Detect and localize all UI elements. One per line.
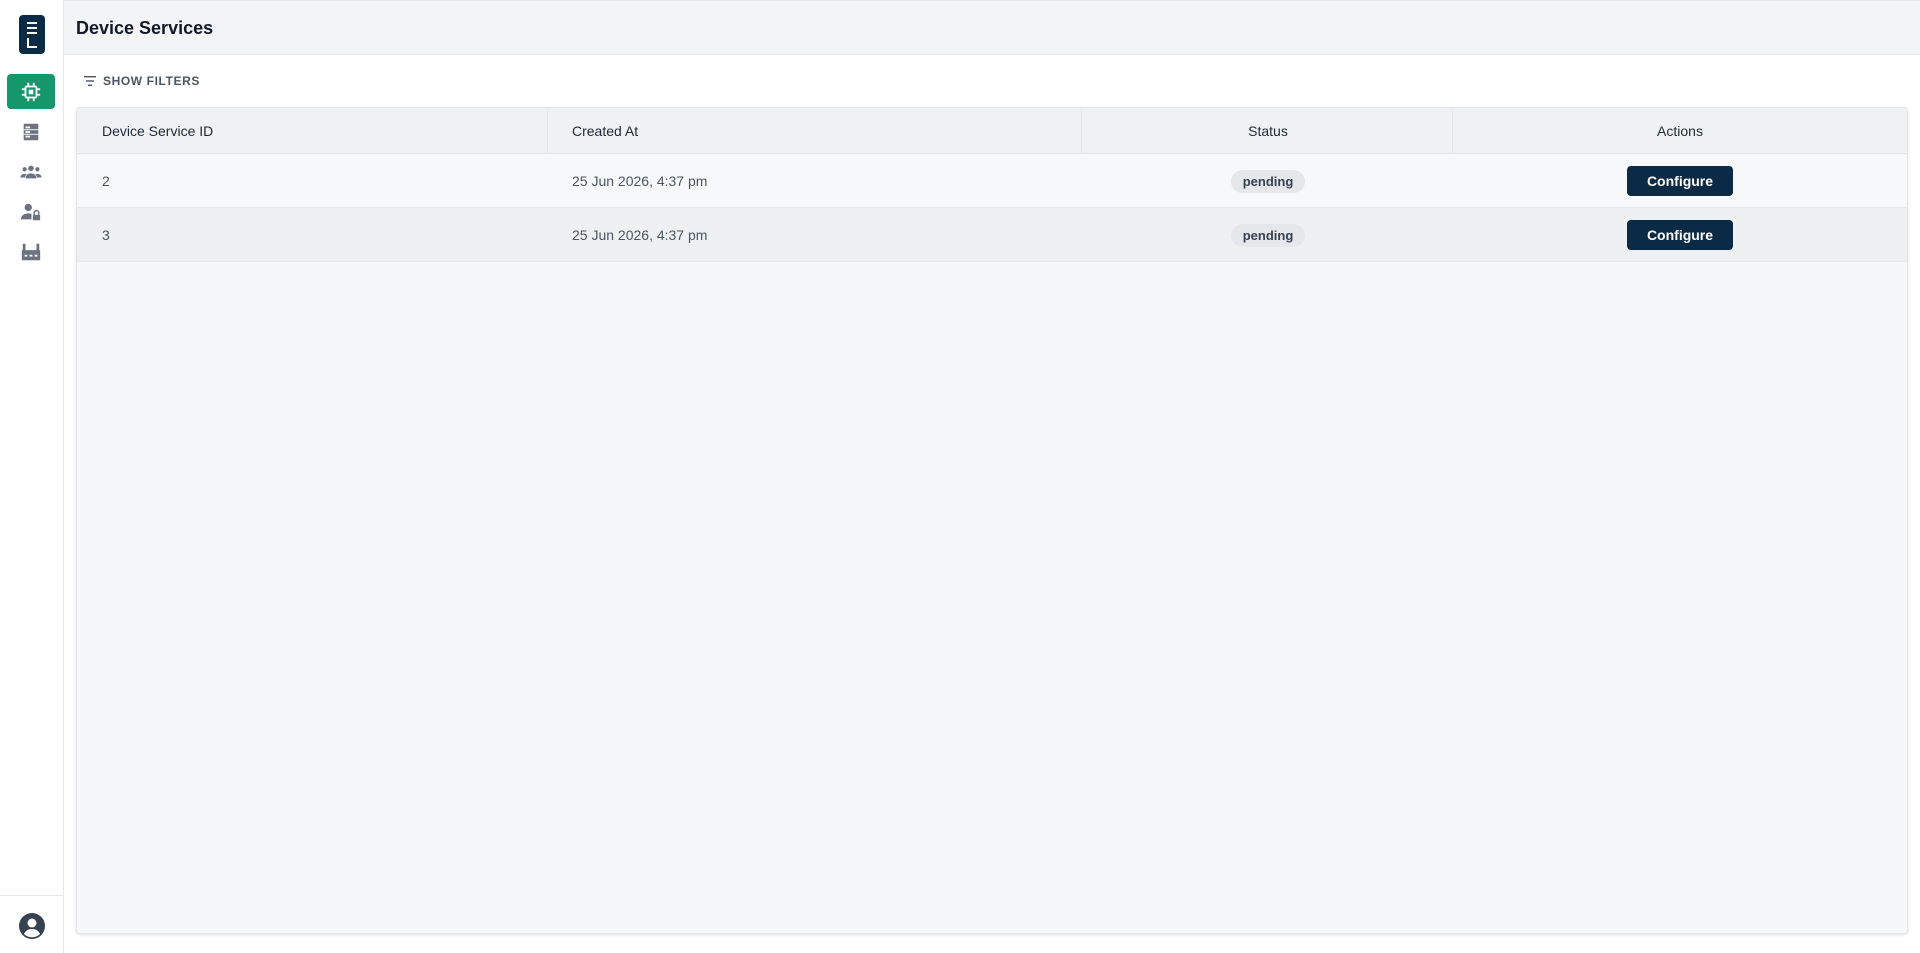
cell-status: pending — [1081, 154, 1455, 208]
show-filters-label: SHOW FILTERS — [103, 74, 200, 88]
sidebar — [0, 0, 64, 953]
cell-device-service-id: 3 — [102, 227, 110, 243]
sidebar-item-servers[interactable] — [7, 114, 55, 149]
page-title: Device Services — [76, 18, 214, 38]
cell-actions: Configure — [1452, 154, 1907, 208]
sidebar-item-user-access[interactable] — [7, 194, 55, 229]
cell-created-at: 25 Jun 2026, 4:37 pm — [572, 173, 708, 189]
filter-icon — [84, 76, 96, 86]
column-header-label: Created At — [572, 123, 639, 139]
column-header-label: Status — [1248, 123, 1288, 139]
sidebar-item-device-services[interactable] — [7, 74, 55, 109]
status-badge: pending — [1230, 169, 1306, 193]
cell-device-service-id: 2 — [102, 173, 110, 189]
column-header-created-at[interactable]: Created At — [547, 108, 1097, 154]
logo-icon — [27, 21, 37, 48]
column-header-status[interactable]: Status — [1081, 108, 1455, 154]
users-group-icon — [20, 165, 42, 178]
app-logo[interactable] — [19, 15, 45, 54]
table-row[interactable]: 2 25 Jun 2026, 4:37 pm pending Configure — [77, 154, 1907, 208]
server-icon — [23, 123, 39, 140]
status-badge: pending — [1230, 223, 1306, 247]
page-header: Device Services — [64, 0, 1920, 55]
chip-icon — [21, 82, 41, 101]
factory-icon — [21, 243, 41, 260]
device-services-table: Device Service ID Created At Status Acti… — [76, 107, 1908, 934]
account-circle-icon — [19, 913, 45, 939]
cell-status: pending — [1081, 208, 1455, 262]
table-row[interactable]: 3 25 Jun 2026, 4:37 pm pending Configure — [77, 208, 1907, 262]
column-header-label: Actions — [1657, 123, 1703, 139]
sidebar-item-factory[interactable] — [7, 234, 55, 269]
column-header-actions: Actions — [1452, 108, 1907, 154]
sidebar-item-groups[interactable] — [7, 154, 55, 189]
account-button[interactable] — [18, 912, 46, 940]
column-header-label: Device Service ID — [102, 123, 214, 139]
cell-actions: Configure — [1452, 208, 1907, 262]
user-lock-icon — [20, 203, 41, 220]
configure-button[interactable]: Configure — [1627, 166, 1733, 196]
show-filters-button[interactable]: SHOW FILTERS — [83, 71, 200, 91]
cell-created-at: 25 Jun 2026, 4:37 pm — [572, 227, 708, 243]
table-header: Device Service ID Created At Status Acti… — [77, 108, 1907, 154]
sidebar-footer — [0, 895, 63, 953]
column-header-device-service-id[interactable]: Device Service ID — [77, 108, 547, 154]
configure-button[interactable]: Configure — [1627, 220, 1733, 250]
